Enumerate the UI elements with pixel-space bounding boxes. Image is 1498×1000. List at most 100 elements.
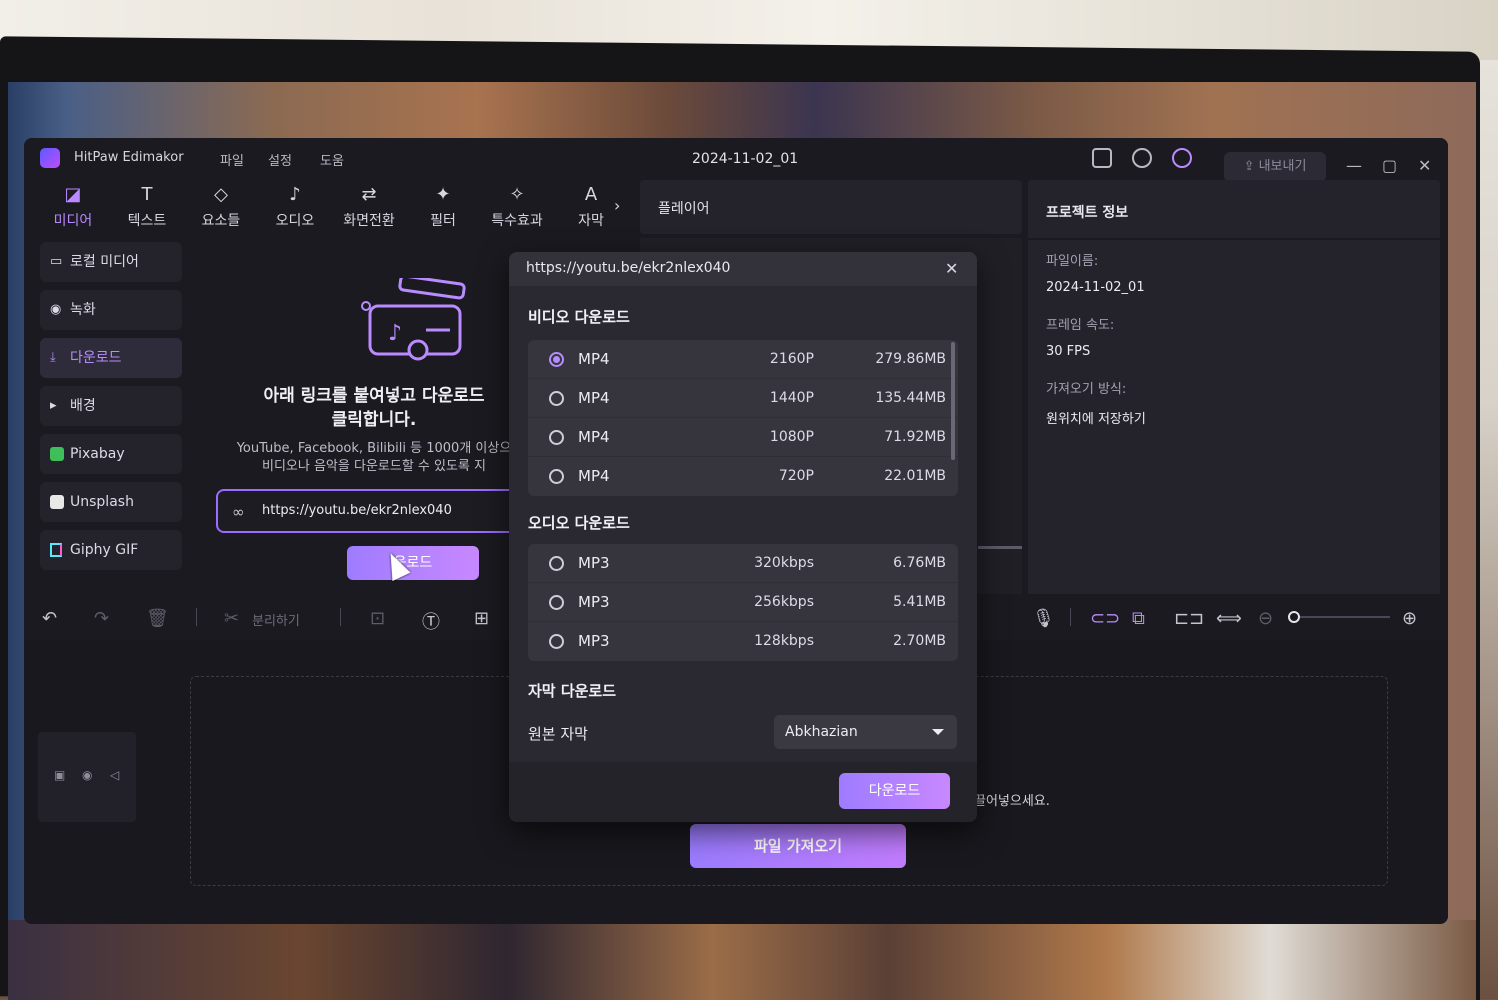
text-box-icon[interactable]: ⊡: [370, 608, 385, 629]
sidebar-item-label: 녹화: [70, 302, 96, 318]
split-label[interactable]: 분리하기: [252, 610, 300, 629]
tab-label: 요소들: [201, 213, 241, 229]
url-field[interactable]: ∞: [216, 489, 516, 533]
maximize-icon[interactable]: ▢: [1382, 156, 1397, 175]
option-format: MP3: [578, 632, 610, 650]
radio-button[interactable]: [549, 556, 564, 571]
tabs-more-chevron-icon[interactable]: ›: [614, 196, 620, 215]
audio-options-list: MP3 320kbps 6.76MB MP3 256kbps 5.41MB MP…: [528, 544, 958, 661]
feedback-icon[interactable]: [1092, 148, 1112, 168]
magnet-icon[interactable]: ⧉: [1132, 608, 1145, 629]
sidebar-item-label: 배경: [70, 398, 96, 414]
download-button[interactable]: 운로드: [347, 546, 479, 580]
redo-icon[interactable]: ↷: [94, 608, 109, 629]
menu-file[interactable]: 파일: [220, 150, 244, 169]
audio-option-row[interactable]: MP3 320kbps 6.76MB: [528, 544, 958, 583]
options-scrollbar[interactable]: [951, 342, 955, 460]
sidebar-item-background[interactable]: ▸ 배경: [40, 386, 182, 426]
tab-audio[interactable]: ♪ 오디오: [264, 184, 326, 230]
sidebar-item-unsplash[interactable]: Unsplash: [40, 482, 182, 522]
sidebar-item-download[interactable]: ⤓ 다운로드: [40, 338, 182, 378]
zoom-slider-track[interactable]: [1294, 616, 1390, 618]
speaker-icon[interactable]: ◁: [110, 768, 119, 782]
elements-icon: ◇: [214, 184, 228, 205]
option-size: 135.44MB: [875, 390, 946, 406]
audio-option-row[interactable]: MP3 128kbps 2.70MB: [528, 622, 958, 661]
add-text-icon[interactable]: Ⓣ: [422, 608, 440, 634]
subtitle-language-select[interactable]: Abkhazian: [774, 715, 957, 749]
zoom-slider-knob[interactable]: [1288, 611, 1300, 623]
option-format: MP4: [578, 389, 610, 407]
radio-button[interactable]: [549, 391, 564, 406]
import-mode-value: 원위치에 저장하기: [1046, 412, 1146, 427]
project-info-title: 프로젝트 정보: [1046, 205, 1129, 221]
download-icon[interactable]: [1132, 148, 1152, 168]
option-format: MP3: [578, 554, 610, 572]
video-option-row[interactable]: MP4 1440P 135.44MB: [528, 379, 958, 418]
tab-media[interactable]: ◪ 미디어: [42, 184, 104, 230]
pixabay-icon: [50, 447, 64, 461]
zoom-in-icon[interactable]: ⊕: [1402, 608, 1417, 629]
radio-selected[interactable]: [549, 352, 564, 367]
link-clips-icon[interactable]: ⊂⊃: [1090, 608, 1120, 629]
menu-help[interactable]: 도움: [320, 150, 344, 169]
microphone-icon[interactable]: 🎙︎: [1032, 608, 1055, 629]
lock-icon[interactable]: ▣: [54, 768, 65, 782]
radio-button[interactable]: [549, 469, 564, 484]
sidebar-item-record[interactable]: ◉ 녹화: [40, 290, 182, 330]
player-header: 플레이어: [640, 180, 1022, 234]
tab-subtitle[interactable]: A 자막: [560, 184, 622, 230]
tab-effects[interactable]: ✧ 특수효과: [482, 184, 552, 230]
player-progress[interactable]: [978, 546, 1022, 549]
video-option-row[interactable]: MP4 720P 22.01MB: [528, 457, 958, 496]
selected-language: Abkhazian: [785, 724, 858, 740]
eye-icon[interactable]: ◉: [82, 768, 92, 782]
tab-label: 오디오: [275, 213, 315, 229]
menu-settings[interactable]: 설정: [268, 150, 292, 169]
video-section-title: 비디오 다운로드: [528, 308, 630, 326]
tab-filter[interactable]: ✦ 필터: [412, 184, 474, 230]
desktop-wallpaper-bottom: [8, 920, 1476, 1000]
close-icon[interactable]: ✕: [1418, 156, 1431, 175]
video-option-row[interactable]: MP4 2160P 279.86MB: [528, 340, 958, 379]
text-icon: T: [141, 184, 153, 205]
framerate-value: 30 FPS: [1046, 344, 1091, 359]
tab-label: 미디어: [53, 213, 93, 229]
tab-text[interactable]: T 텍스트: [116, 184, 178, 230]
unsplash-icon: [50, 495, 64, 509]
delete-icon[interactable]: 🗑︎: [146, 608, 169, 629]
fit-width-icon[interactable]: ⟺: [1216, 608, 1242, 629]
dialog-download-button[interactable]: 다운로드: [839, 773, 950, 809]
video-option-row[interactable]: MP4 1080P 71.92MB: [528, 418, 958, 457]
export-button[interactable]: ⇪ 내보내기: [1224, 152, 1326, 182]
close-icon[interactable]: ✕: [945, 259, 958, 278]
player-title: 플레이어: [658, 201, 710, 217]
option-quality: 320kbps: [754, 555, 814, 571]
radio-button[interactable]: [549, 595, 564, 610]
option-quality: 1440P: [769, 390, 814, 406]
tab-elements[interactable]: ◇ 요소들: [190, 184, 252, 230]
split-track-icon[interactable]: ⊏⊐: [1174, 608, 1204, 629]
undo-icon[interactable]: ↶: [42, 608, 57, 629]
ai-icon[interactable]: ⊞: [474, 608, 489, 629]
account-icon[interactable]: [1172, 148, 1192, 168]
import-files-button[interactable]: 파일 가져오기: [690, 824, 906, 868]
url-input[interactable]: [262, 503, 502, 518]
tab-label: 특수효과: [491, 213, 543, 229]
option-format: MP3: [578, 593, 610, 611]
radio-button[interactable]: [549, 430, 564, 445]
sidebar-item-giphy[interactable]: Giphy GIF: [40, 530, 182, 570]
framerate-label: 프레임 속도:: [1046, 318, 1115, 333]
option-size: 71.92MB: [884, 429, 946, 445]
option-quality: 128kbps: [754, 633, 814, 649]
option-format: MP4: [578, 467, 610, 485]
zoom-out-icon[interactable]: ⊖: [1258, 608, 1273, 629]
tab-transition[interactable]: ⇄ 화면전환: [334, 184, 404, 230]
minimize-icon[interactable]: —: [1346, 156, 1362, 175]
divider: [340, 608, 341, 626]
audio-option-row[interactable]: MP3 256kbps 5.41MB: [528, 583, 958, 622]
sidebar-item-pixabay[interactable]: Pixabay: [40, 434, 182, 474]
sidebar-item-local-media[interactable]: ▭ 로컬 미디어: [40, 242, 182, 282]
scissors-icon[interactable]: ✂: [224, 608, 239, 629]
radio-button[interactable]: [549, 634, 564, 649]
